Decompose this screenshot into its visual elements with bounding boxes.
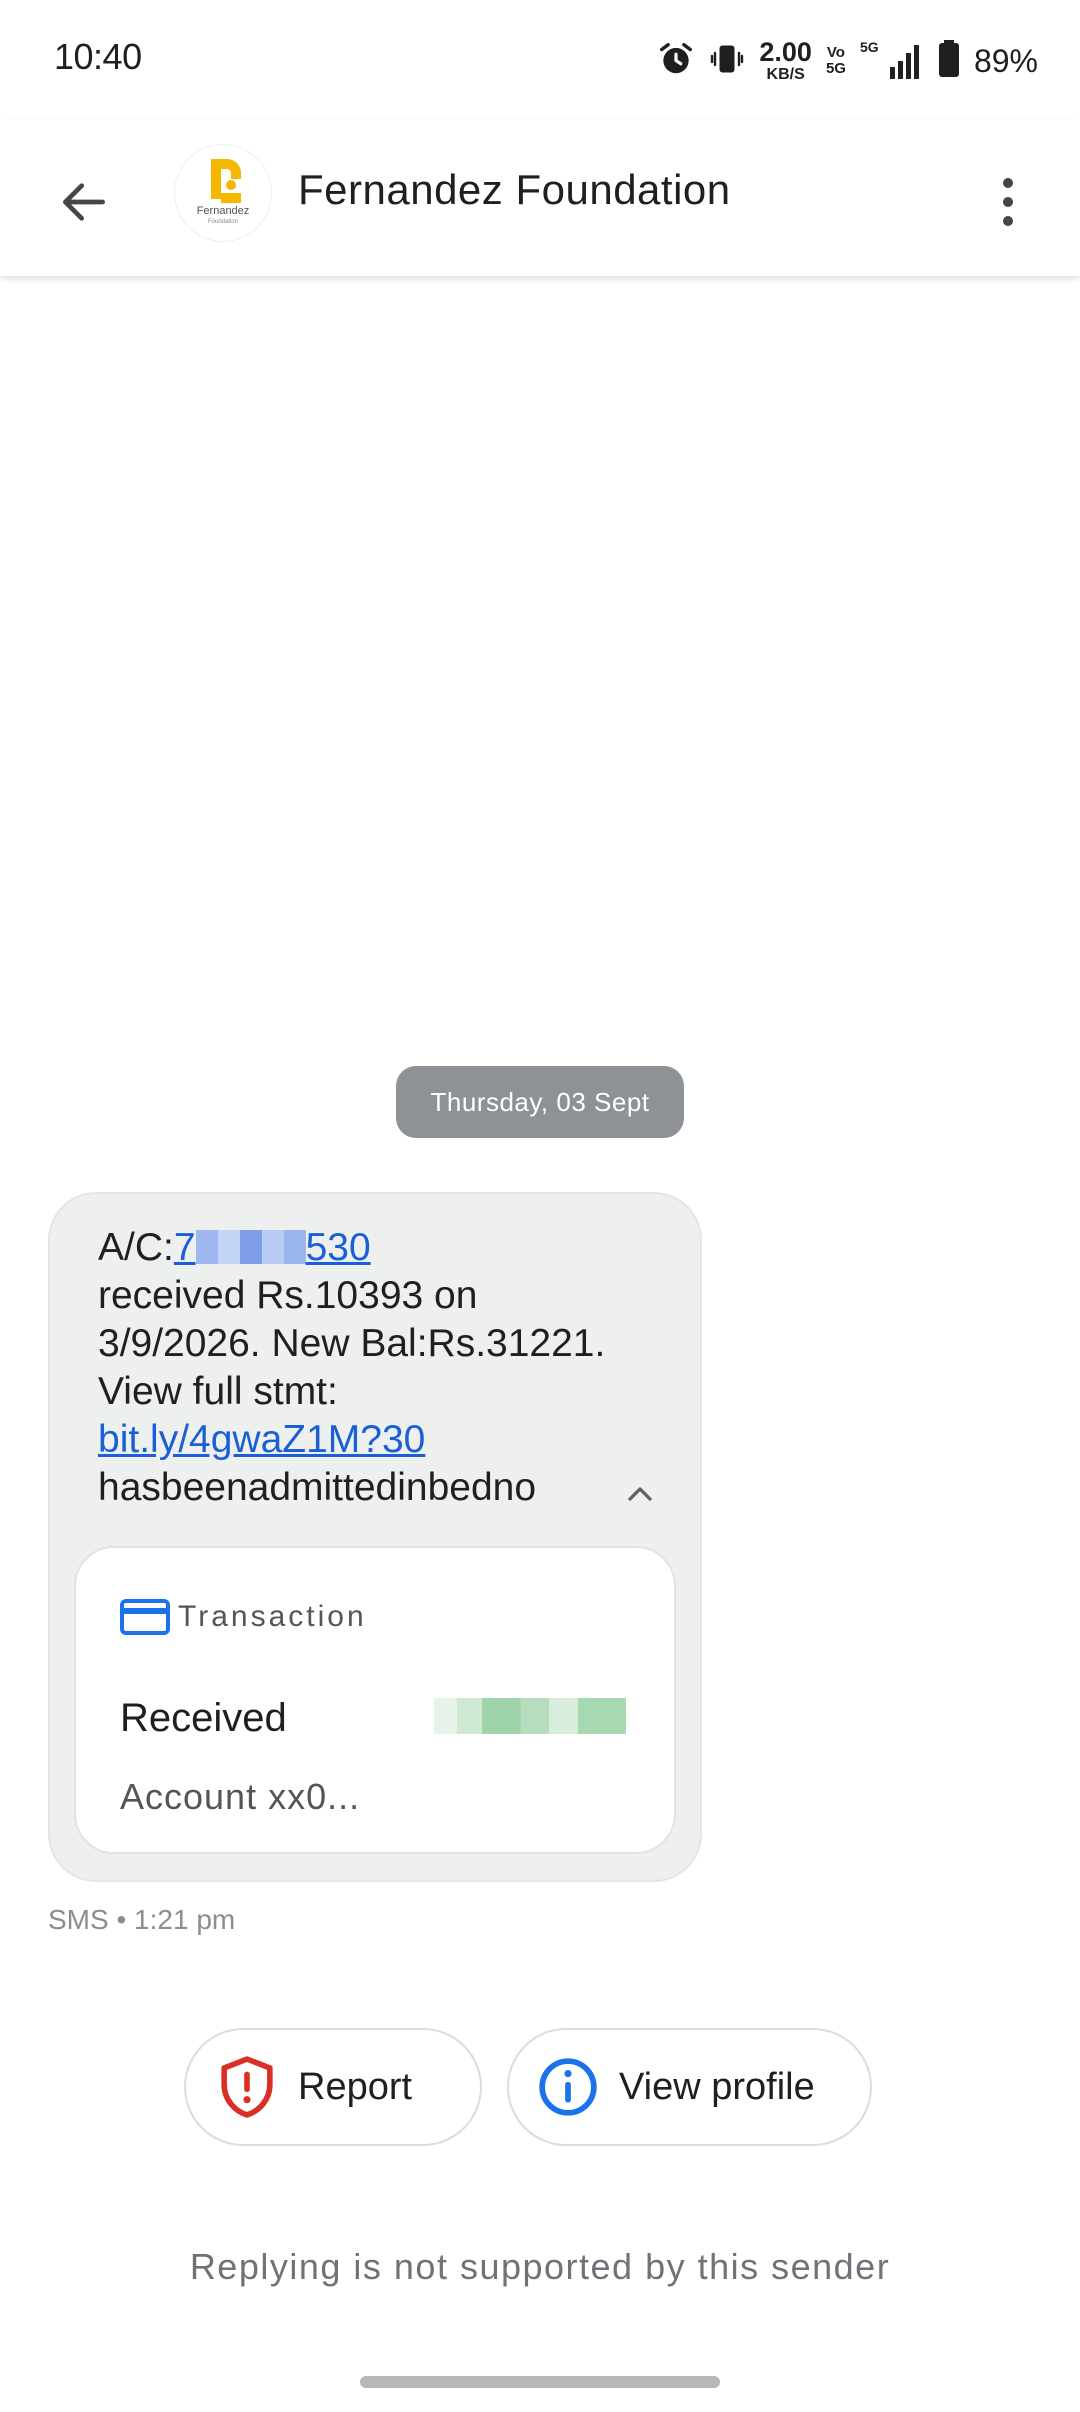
more-dot xyxy=(1003,216,1013,226)
volte-top: Vo xyxy=(826,44,845,62)
collapse-button[interactable] xyxy=(616,1470,664,1518)
more-dot xyxy=(1003,197,1013,207)
logo-subtext: Foundation xyxy=(207,219,239,225)
message-body-part2: hasbeenadmittedinbedno xyxy=(98,1466,537,1509)
status-time: 10:40 xyxy=(54,36,142,77)
transaction-status: Received xyxy=(120,1696,287,1740)
more-vertical-icon xyxy=(1003,178,1013,188)
transaction-amount-redacted xyxy=(434,1698,626,1734)
net-speed-unit: KB/S xyxy=(766,66,805,83)
logo-text: Fernandez xyxy=(196,205,250,217)
message-timestamp: SMS • 1:21 pm xyxy=(48,1904,236,1935)
account-redaction xyxy=(195,1230,306,1264)
status-icons: 2.00 KB/S Vo 5G 5G 89% xyxy=(657,36,1038,86)
signal-icon: 5G xyxy=(860,39,924,81)
account-visible-end: 530 xyxy=(305,1226,371,1269)
account-prefix: A/C: xyxy=(98,1226,174,1269)
avatar[interactable]: Fernandez Foundation xyxy=(174,144,272,242)
home-indicator[interactable] xyxy=(360,2376,720,2388)
volte-bottom: 5G xyxy=(825,60,846,77)
transaction-card[interactable]: Transaction Received Account xx0... xyxy=(74,1546,676,1854)
transaction-header: Transaction xyxy=(120,1598,367,1636)
net-speed: 2.00 KB/S xyxy=(759,39,812,83)
message-body-part1: received Rs.10393 on 3/9/2026. New Bal:R… xyxy=(98,1274,606,1413)
account-number-link[interactable]: 7 530 xyxy=(174,1226,371,1269)
volte-indicator: Vo 5G xyxy=(826,45,846,77)
battery-percent: 89% xyxy=(973,42,1038,79)
shield-alert-icon xyxy=(221,2056,273,2118)
message-bubble[interactable]: A/C:7 530 received Rs.10393 on 3/9/2026. … xyxy=(48,1192,702,1882)
alarm-icon xyxy=(657,40,695,83)
foundation-logo-icon xyxy=(211,159,241,203)
date-chip: Thursday, 03 Sept xyxy=(396,1066,684,1138)
statement-link[interactable]: bit.ly/4gwaZ1M?30 xyxy=(98,1418,425,1461)
arrow-left-icon xyxy=(62,183,105,221)
account-visible-start: 7 xyxy=(173,1226,196,1269)
app-bar: Fernandez Foundation Fernandez Foundatio… xyxy=(0,120,1080,276)
view-profile-button[interactable]: View profile xyxy=(507,2028,872,2146)
reply-not-supported-note: Replying is not supported by this sender xyxy=(189,2246,891,2287)
report-button[interactable]: Report xyxy=(184,2028,482,2146)
chevron-up-icon xyxy=(628,1487,652,1501)
info-icon xyxy=(539,2058,597,2116)
conversation-title: Fernandez Foundation xyxy=(298,166,731,213)
battery-icon xyxy=(938,39,960,83)
report-label: Report xyxy=(298,2065,413,2108)
net-speed-value: 2.00 xyxy=(759,37,812,67)
back-button[interactable] xyxy=(44,166,124,238)
status-bar: 10:40 2.00 KB/S Vo 5G 5G 89% xyxy=(0,0,1080,120)
credit-card-icon xyxy=(120,1599,170,1635)
view-profile-label: View profile xyxy=(619,2065,815,2108)
transaction-header-label: Transaction xyxy=(178,1600,367,1633)
transaction-account: Account xx0... xyxy=(120,1776,361,1817)
vibrate-icon xyxy=(709,40,745,83)
message-text[interactable]: A/C:7 530 received Rs.10393 on 3/9/2026. … xyxy=(98,1224,618,1512)
more-options-button[interactable] xyxy=(980,162,1036,242)
